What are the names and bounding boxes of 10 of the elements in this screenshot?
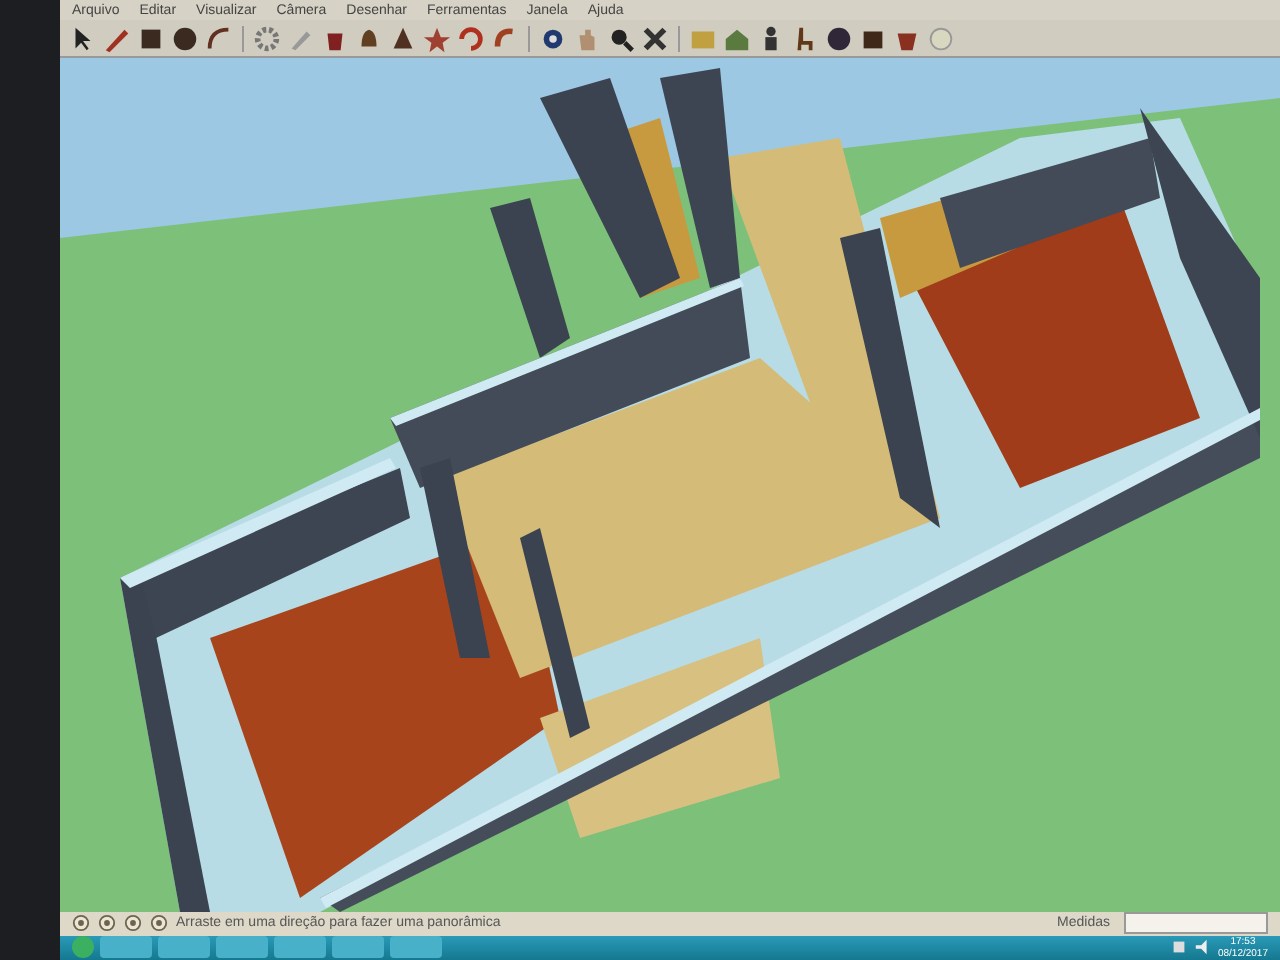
cone-icon[interactable]: [388, 23, 418, 53]
measure-field[interactable]: [1124, 912, 1268, 935]
arc-icon[interactable]: [204, 23, 234, 53]
start-button[interactable]: [72, 936, 94, 959]
record-circle-icon[interactable]: [98, 914, 116, 933]
gear-icon[interactable]: [252, 23, 282, 53]
ball-icon[interactable]: [824, 23, 854, 53]
rotate-icon[interactable]: [456, 23, 486, 53]
circle-icon[interactable]: [170, 23, 200, 53]
star-icon[interactable]: [422, 23, 452, 53]
